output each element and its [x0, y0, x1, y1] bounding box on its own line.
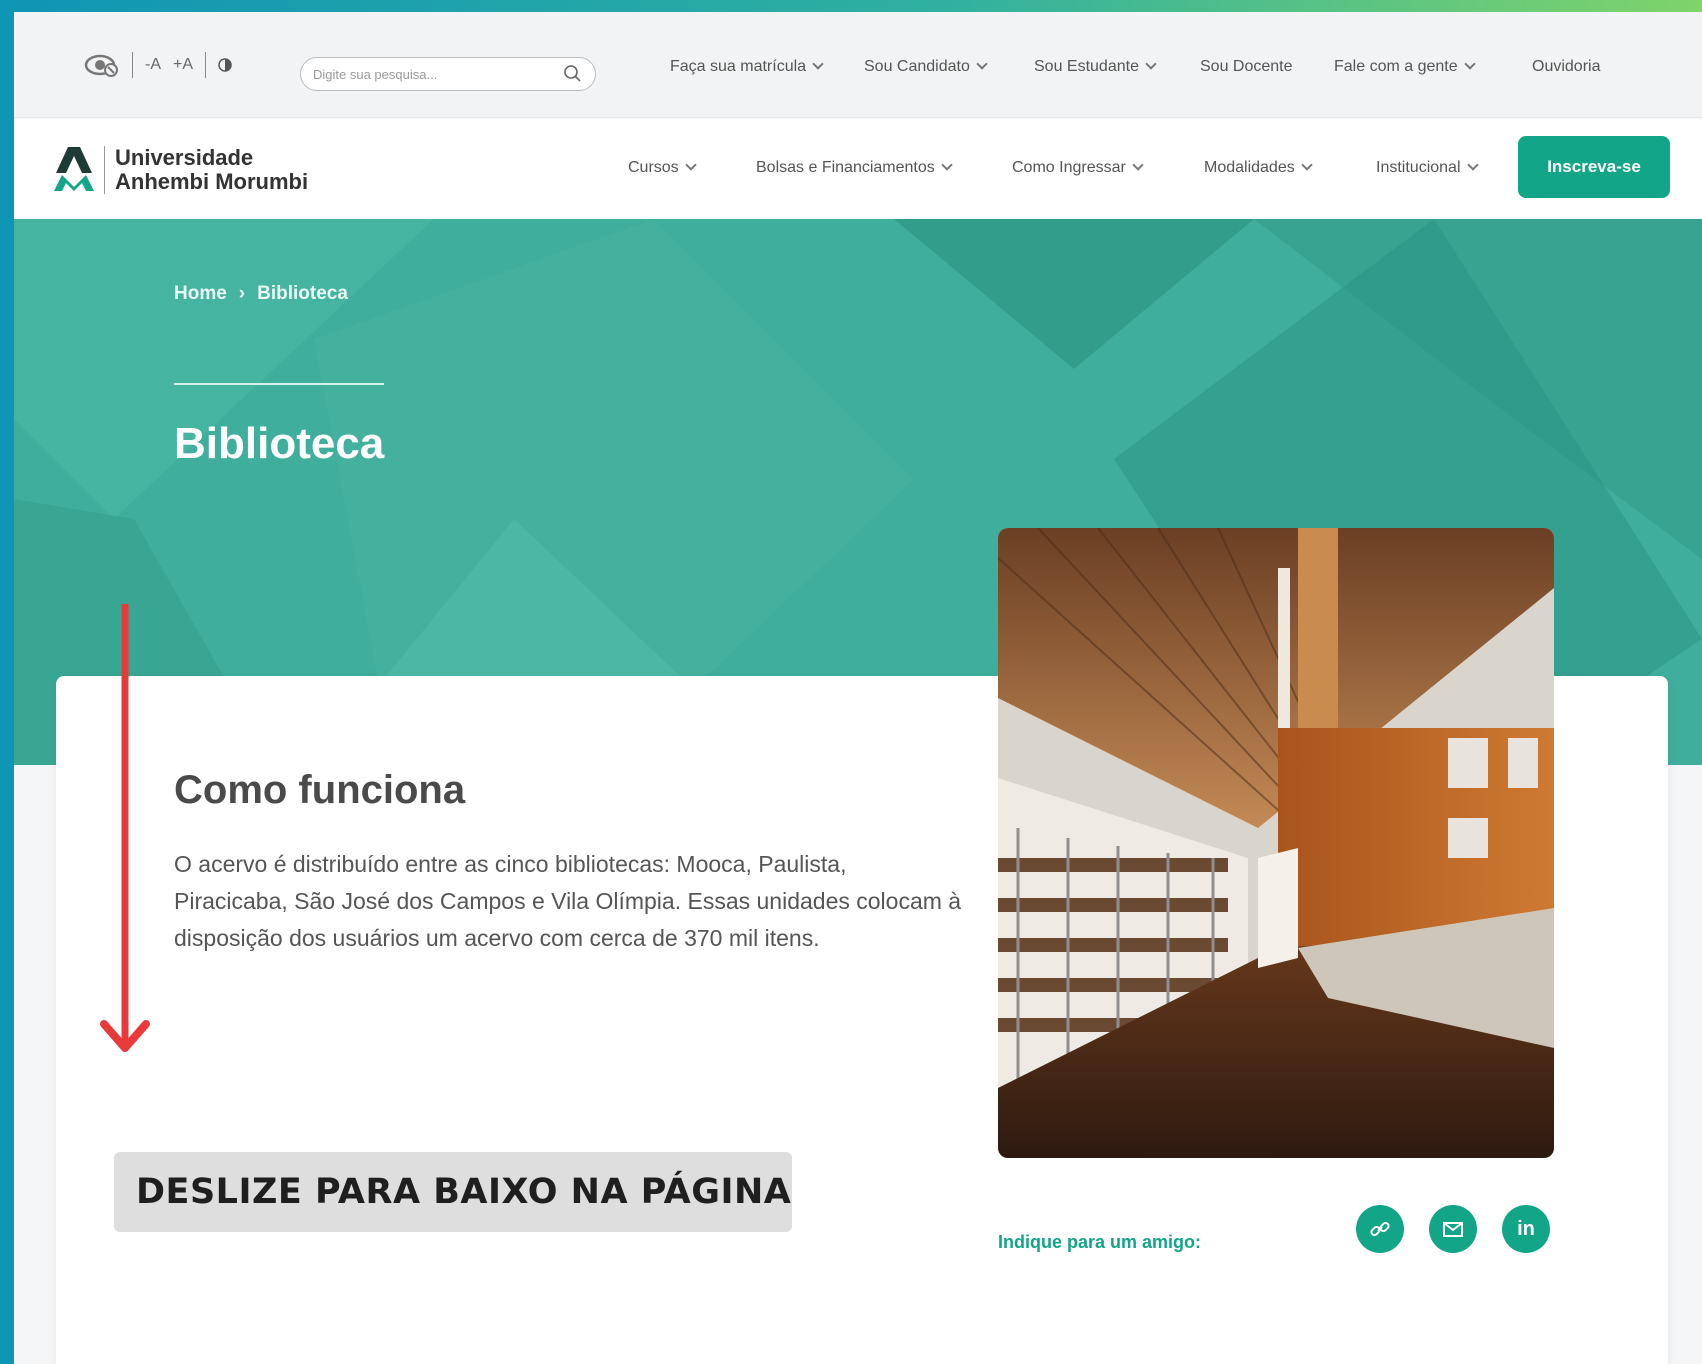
chevron-down-icon — [1301, 159, 1313, 171]
nav-como-ingressar[interactable]: Como Ingressar — [1012, 159, 1204, 177]
chevron-down-icon — [1132, 159, 1144, 171]
chevron-down-icon — [1145, 58, 1157, 70]
divider — [132, 52, 133, 78]
share-buttons: in — [1356, 1205, 1550, 1253]
nav-ouvidoria[interactable]: Ouvidoria — [1532, 58, 1642, 76]
search-icon[interactable] — [563, 64, 583, 84]
mail-icon[interactable] — [1429, 1205, 1477, 1253]
chevron-down-icon — [812, 58, 824, 70]
library-photo — [998, 528, 1554, 1158]
breadcrumb-separator: › — [238, 283, 246, 304]
library-image — [998, 528, 1554, 1158]
chevron-down-icon — [976, 58, 988, 70]
breadcrumb-home[interactable]: Home — [174, 283, 227, 305]
contrast-icon[interactable] — [218, 58, 232, 72]
main-header: Universidade Anhembi Morumbi Cursos Bols… — [14, 119, 1702, 219]
section-body: O acervo é distribuído entre as cinco bi… — [174, 851, 962, 951]
logo[interactable]: Universidade Anhembi Morumbi — [54, 146, 308, 194]
link-icon[interactable] — [1356, 1205, 1404, 1253]
chevron-down-icon — [1463, 58, 1476, 70]
eye-icon[interactable] — [84, 52, 120, 78]
browser-viewport: -A +A Digite sua pesquisa... Faça sua ma… — [14, 12, 1702, 1364]
chevron-down-icon — [1466, 159, 1479, 171]
divider — [205, 52, 207, 78]
accessibility-tools: -A +A — [84, 52, 232, 78]
nav-sou-candidato[interactable]: Sou Candidato — [864, 58, 1034, 76]
main-nav: Cursos Bolsas e Financiamentos Como Ingr… — [628, 159, 1506, 177]
inscreva-se-button[interactable]: Inscreva-se — [1518, 136, 1670, 198]
breadcrumb-current: Biblioteca — [257, 283, 348, 304]
font-decrease-button[interactable]: -A — [145, 56, 161, 74]
share-label: Indique para um amigo: — [998, 1232, 1202, 1252]
search-placeholder: Digite sua pesquisa... — [313, 66, 438, 82]
chevron-down-icon — [941, 159, 953, 171]
scroll-instruction-label: DESLIZE PARA BAIXO NA PÁGINA — [114, 1152, 792, 1232]
nav-bolsas[interactable]: Bolsas e Financiamentos — [756, 159, 1012, 177]
title-rule — [174, 383, 384, 385]
nav-sou-estudante[interactable]: Sou Estudante — [1034, 58, 1200, 76]
nav-institucional[interactable]: Institucional — [1376, 159, 1506, 177]
font-increase-button[interactable]: +A — [173, 56, 193, 74]
utility-nav: Faça sua matrícula Sou Candidato Sou Est… — [670, 58, 1642, 76]
chevron-down-icon — [685, 159, 697, 171]
nav-modalidades[interactable]: Modalidades — [1204, 159, 1376, 177]
scroll-down-arrow-icon — [100, 604, 150, 1052]
linkedin-icon[interactable]: in — [1502, 1205, 1550, 1253]
nav-faca-matricula[interactable]: Faça sua matrícula — [670, 58, 864, 76]
page-title: Biblioteca — [174, 419, 385, 468]
nav-cursos[interactable]: Cursos — [628, 159, 756, 177]
section-heading: Como funciona — [174, 768, 466, 812]
search-input[interactable]: Digite sua pesquisa... — [300, 57, 596, 91]
logo-mark-icon — [54, 147, 94, 191]
breadcrumb: Home › Biblioteca — [174, 283, 348, 305]
logo-text: Universidade Anhembi Morumbi — [104, 146, 308, 194]
nav-sou-docente[interactable]: Sou Docente — [1200, 58, 1334, 76]
nav-fale-com-a-gente[interactable]: Fale com a gente — [1334, 58, 1532, 76]
utility-bar: -A +A Digite sua pesquisa... Faça sua ma… — [14, 12, 1702, 118]
